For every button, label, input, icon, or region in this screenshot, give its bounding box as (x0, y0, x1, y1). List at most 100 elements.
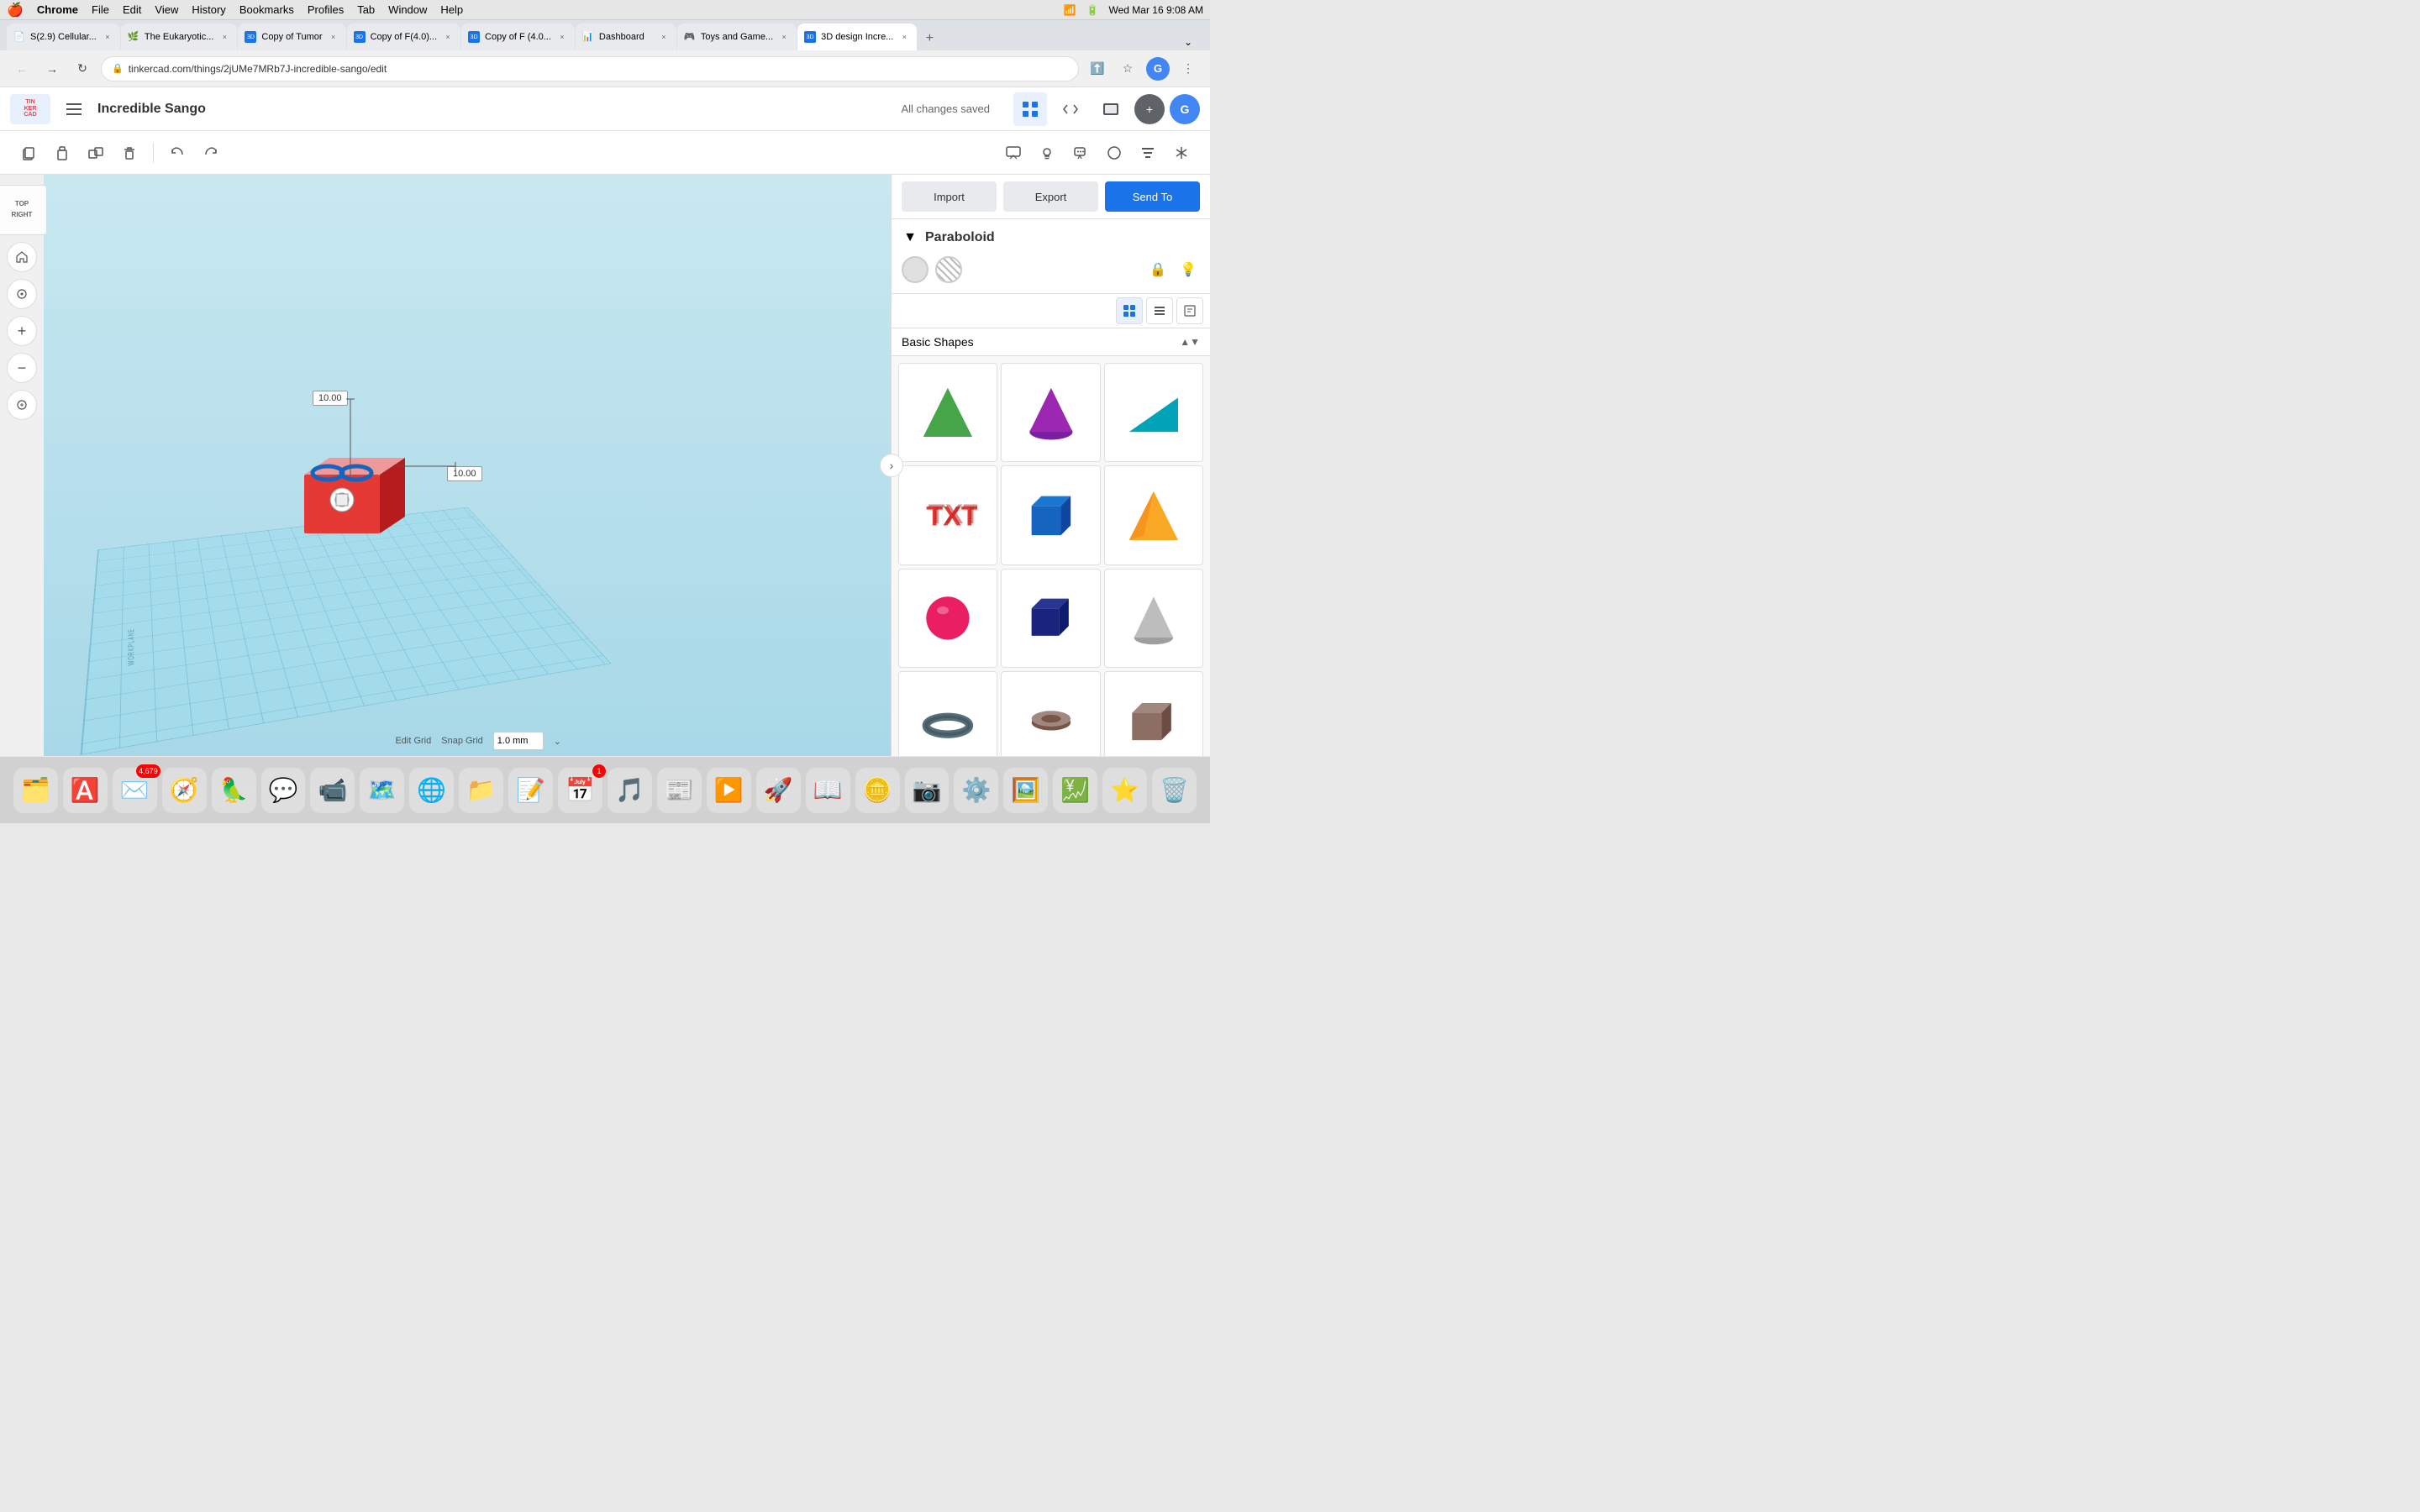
dock-quicken[interactable]: 💹 (1053, 768, 1097, 813)
hole-color-button[interactable] (935, 256, 962, 283)
shape-cube-blue[interactable] (1001, 465, 1100, 564)
comment-tool[interactable] (998, 138, 1028, 168)
shape-cone-gray[interactable] (1104, 569, 1203, 668)
tab-f40b[interactable]: 3D Copy of F (4.0... × (461, 24, 575, 50)
shape-collapse-button[interactable]: ▼ (902, 229, 918, 246)
dock-facetime[interactable]: 📹 (310, 768, 355, 813)
dock-pages[interactable]: 📝 (508, 768, 553, 813)
address-input[interactable]: 🔒 tinkercad.com/things/2jUMe7MRb7J-incre… (101, 56, 1079, 81)
zoom-in-button[interactable]: + (7, 316, 37, 346)
shape-pyramid-green[interactable] (898, 363, 997, 462)
list-view-button[interactable] (1146, 297, 1173, 324)
send-to-button[interactable]: Send To (1105, 181, 1200, 212)
tab-toys[interactable]: 🎮 Toys and Game... × (677, 24, 797, 50)
export-button[interactable]: Export (1003, 181, 1098, 212)
menu-help[interactable]: Help (434, 3, 470, 16)
dock-dictionary[interactable]: 📖 (806, 768, 850, 813)
tab-eukaryotic[interactable]: 🌿 The Eukaryotic... × (121, 24, 238, 50)
shape-ring[interactable] (1001, 671, 1100, 756)
grid-view-small-button[interactable] (1116, 297, 1143, 324)
add-collaborator-button[interactable]: + (1134, 94, 1165, 124)
dock-coins[interactable]: 🪙 (855, 768, 900, 813)
bookmark-icon[interactable]: ☆ (1116, 57, 1139, 81)
home-view-button[interactable] (7, 242, 37, 272)
dock-preview[interactable]: 🖼️ (1003, 768, 1048, 813)
tab-close-3ddesign[interactable]: × (898, 31, 910, 43)
dock-reeder[interactable]: ⭐ (1102, 768, 1147, 813)
tab-close-f40b[interactable]: × (556, 31, 568, 43)
menu-chrome[interactable]: Chrome (30, 3, 85, 16)
tab-f40a[interactable]: 3D Copy of F(4.0)... × (347, 24, 460, 50)
solid-color-button[interactable] (902, 256, 929, 283)
canvas-3d[interactable]: workplane (44, 175, 891, 756)
dock-chrome[interactable]: 🌐 (409, 768, 454, 813)
dock-messages[interactable]: 💬 (261, 768, 306, 813)
profile-icon[interactable]: G (1146, 57, 1170, 81)
shape-pyramid-yellow[interactable] (1104, 465, 1203, 564)
panel-collapse-button[interactable]: › (880, 454, 903, 477)
dock-system-prefs[interactable]: ⚙️ (954, 768, 998, 813)
circle-tool[interactable] (1099, 138, 1129, 168)
user-profile-button[interactable]: G (1170, 94, 1200, 124)
fit-view-button[interactable] (7, 390, 37, 420)
menu-tab[interactable]: Tab (350, 3, 381, 16)
notes-view-button[interactable] (1176, 297, 1203, 324)
view-cube[interactable]: TOP RIGHT (0, 185, 47, 235)
tinkercad-logo[interactable]: TINKERCAD (10, 94, 50, 124)
delete-button[interactable] (114, 138, 145, 168)
tab-tumor[interactable]: 3D Copy of Tumor × (238, 24, 345, 50)
dock-files[interactable]: 📁 (459, 768, 503, 813)
dock-trash[interactable]: 🗑️ (1152, 768, 1197, 813)
zoom-out-button[interactable]: − (7, 353, 37, 383)
extensions-icon[interactable]: ⋮ (1176, 57, 1200, 81)
menu-profiles[interactable]: Profiles (301, 3, 350, 16)
code-view-button[interactable] (1054, 92, 1087, 126)
shape-cube-dark[interactable] (1001, 569, 1100, 668)
tab-s29[interactable]: 📄 S(2.9) Cellular... × (7, 24, 120, 50)
lock-icon[interactable]: 🔒 (1146, 258, 1170, 281)
tab-3ddesign[interactable]: 3D 3D design Incre... × (797, 24, 917, 50)
dock-safari[interactable]: 🧭 (162, 768, 207, 813)
apple-menu[interactable]: 🍎 (7, 2, 24, 18)
dock-appstore[interactable]: 🅰️ (63, 768, 108, 813)
shape-torus[interactable] (898, 671, 997, 756)
forward-button[interactable]: → (40, 57, 64, 81)
refresh-button[interactable]: ↻ (71, 57, 94, 81)
dock-camera[interactable]: 📷 (905, 768, 950, 813)
dock-launchpad[interactable]: 🚀 (756, 768, 801, 813)
duplicate-button[interactable] (81, 138, 111, 168)
tab-close-tumor[interactable]: × (328, 31, 339, 43)
grid-view-button[interactable] (1013, 92, 1047, 126)
menu-window[interactable]: Window (381, 3, 434, 16)
orbit-button[interactable] (7, 279, 37, 309)
shape-wedge-teal[interactable] (1104, 363, 1203, 462)
menu-file[interactable]: File (85, 3, 116, 16)
shape-text-3d[interactable]: TXT TXT (898, 465, 997, 564)
visibility-icon[interactable]: 💡 (1176, 258, 1200, 281)
dock-dollarbird[interactable]: 🦜 (212, 768, 256, 813)
tab-close-toys[interactable]: × (778, 31, 790, 43)
dock-finder[interactable]: 🗂️ (13, 768, 58, 813)
menu-edit[interactable]: Edit (116, 3, 148, 16)
import-button[interactable]: Import (902, 181, 997, 212)
hamburger-button[interactable] (60, 96, 87, 123)
tab-close-dashboard[interactable]: × (658, 31, 670, 43)
speech-tool[interactable] (1065, 138, 1096, 168)
mirror-tool[interactable] (1166, 138, 1197, 168)
shapes-category-arrow[interactable]: ▲▼ (1180, 336, 1200, 348)
menu-bookmarks[interactable]: Bookmarks (233, 3, 301, 16)
shape-box-brown[interactable] (1104, 671, 1203, 756)
edit-grid-label[interactable]: Edit Grid (395, 736, 431, 746)
simulation-button[interactable] (1094, 92, 1128, 126)
align-tool[interactable] (1133, 138, 1163, 168)
menu-view[interactable]: View (148, 3, 185, 16)
dock-maps[interactable]: 🗺️ (360, 768, 404, 813)
tab-close-eukaryotic[interactable]: × (218, 31, 230, 43)
shape-sphere-pink[interactable] (898, 569, 997, 668)
snap-arrow[interactable]: ⌄ (554, 736, 561, 747)
paste-button[interactable] (47, 138, 77, 168)
dock-music[interactable]: 🎵 (608, 768, 652, 813)
copy-button[interactable] (13, 138, 44, 168)
dock-mail[interactable]: ✉️ 4,679 (113, 768, 157, 813)
tab-menu-button[interactable]: ⌄ (1180, 34, 1197, 50)
